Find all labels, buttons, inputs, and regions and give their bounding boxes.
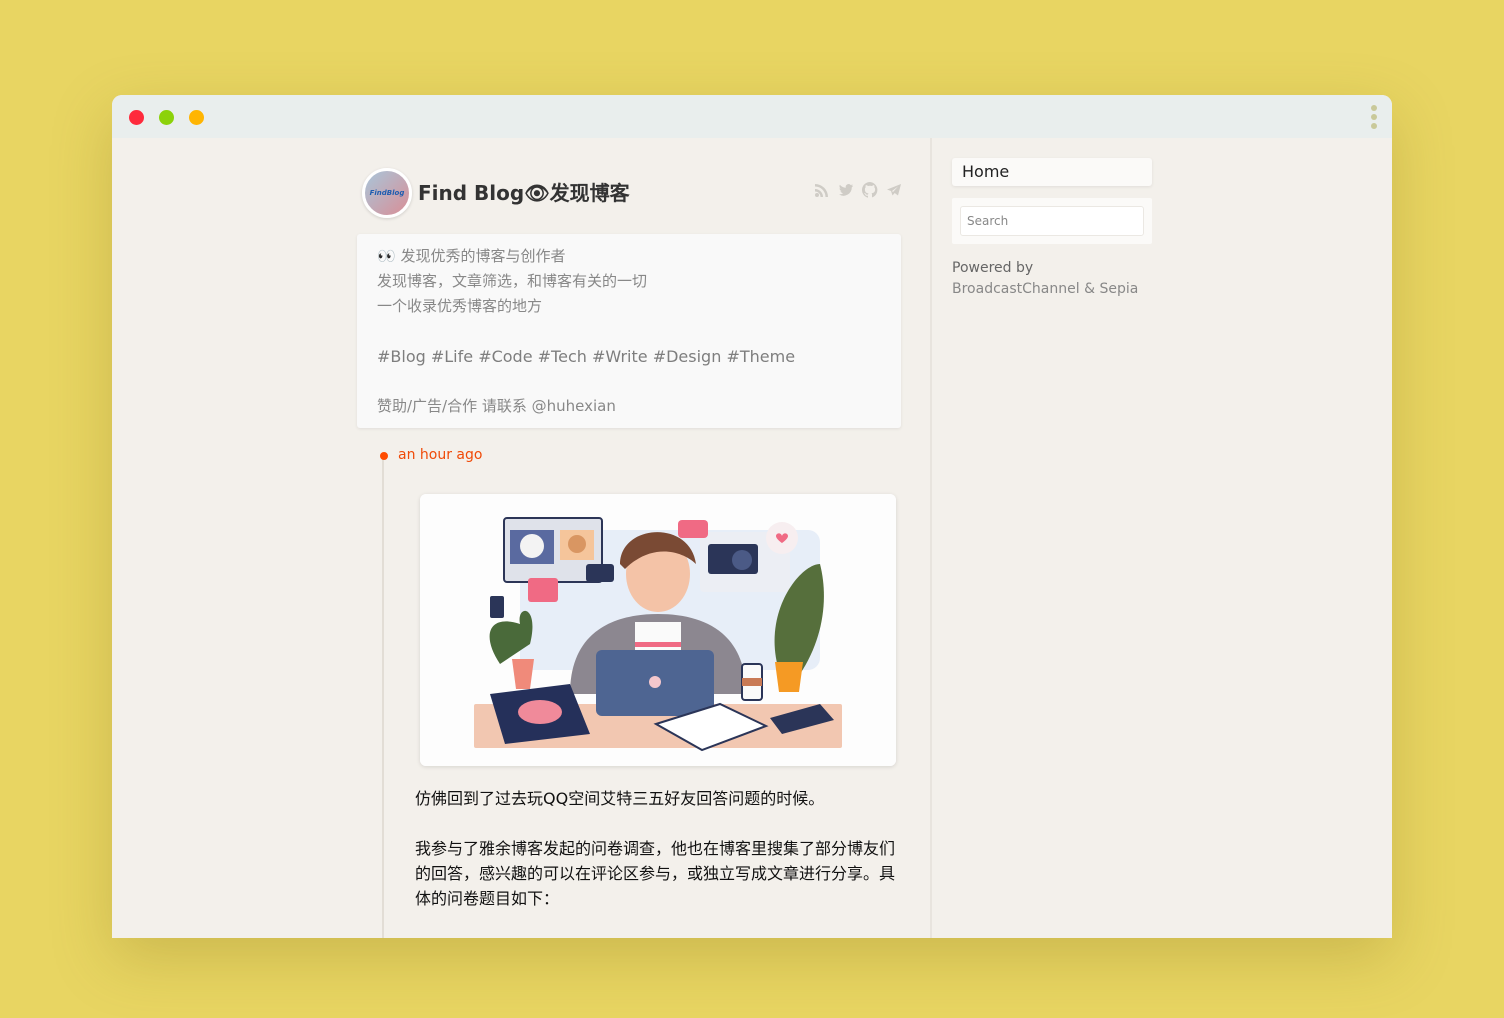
title-bar: [112, 95, 1392, 138]
sidebar: Home Powered by BroadcastChannel & Sepia: [952, 158, 1152, 300]
post-paragraph: 我参与了雅余博客发起的问卷调查，他也在博客里搜集了部分博友们的回答，感兴趣的可以…: [415, 839, 896, 908]
telegram-icon[interactable]: [886, 182, 902, 198]
nav-home-link[interactable]: Home: [952, 158, 1152, 186]
site-header: FindBlog Find Blog👁发现博客: [362, 168, 902, 218]
description-tags[interactable]: #Blog #Life #Code #Tech #Write #Design #…: [377, 344, 881, 369]
powered-by: Powered by BroadcastChannel & Sepia: [952, 258, 1152, 300]
site-avatar[interactable]: FindBlog: [362, 168, 412, 218]
search-box: [952, 198, 1152, 244]
post-image[interactable]: [420, 494, 896, 766]
site-title[interactable]: Find Blog👁发现博客: [418, 177, 630, 206]
illustration-image: [420, 494, 896, 766]
close-window-button[interactable]: [129, 110, 144, 125]
maximize-window-button[interactable]: [189, 110, 204, 125]
timeline-dot: [380, 452, 388, 460]
page-content: FindBlog Find Blog👁发现博客 👀 发现优秀的博客与创作者 发现…: [112, 138, 1392, 938]
powered-by-link[interactable]: BroadcastChannel & Sepia: [952, 281, 1138, 297]
description-line: 一个收录优秀博客的地方: [377, 297, 543, 315]
description-contact[interactable]: 赞助/广告/合作 请联系 @huhexian: [377, 394, 881, 419]
twitter-icon[interactable]: [838, 182, 854, 198]
minimize-window-button[interactable]: [159, 110, 174, 125]
social-links: [814, 182, 902, 198]
description-line: 发现博客，文章筛选，和博客有关的一切: [377, 272, 648, 290]
post-paragraph: 仿佛回到了过去玩QQ空间艾特三五好友回答问题的时候。: [415, 789, 825, 808]
browser-window: FindBlog Find Blog👁发现博客 👀 发现优秀的博客与创作者 发现…: [112, 95, 1392, 938]
rss-icon[interactable]: [814, 182, 830, 198]
vertical-dots-icon[interactable]: [1370, 105, 1378, 132]
channel-description: 👀 发现优秀的博客与创作者 发现博客，文章筛选，和博客有关的一切 一个收录优秀博…: [357, 234, 901, 428]
github-icon[interactable]: [861, 182, 878, 198]
description-line: 👀 发现优秀的博客与创作者: [377, 247, 566, 265]
timeline-line: [382, 458, 384, 938]
powered-by-label: Powered by: [952, 260, 1034, 276]
post-timestamp[interactable]: an hour ago: [398, 447, 482, 463]
search-input[interactable]: [960, 206, 1144, 236]
column-divider: [930, 138, 932, 938]
post-body: 仿佛回到了过去玩QQ空间艾特三五好友回答问题的时候。 我参与了雅余博客发起的问卷…: [415, 786, 901, 936]
